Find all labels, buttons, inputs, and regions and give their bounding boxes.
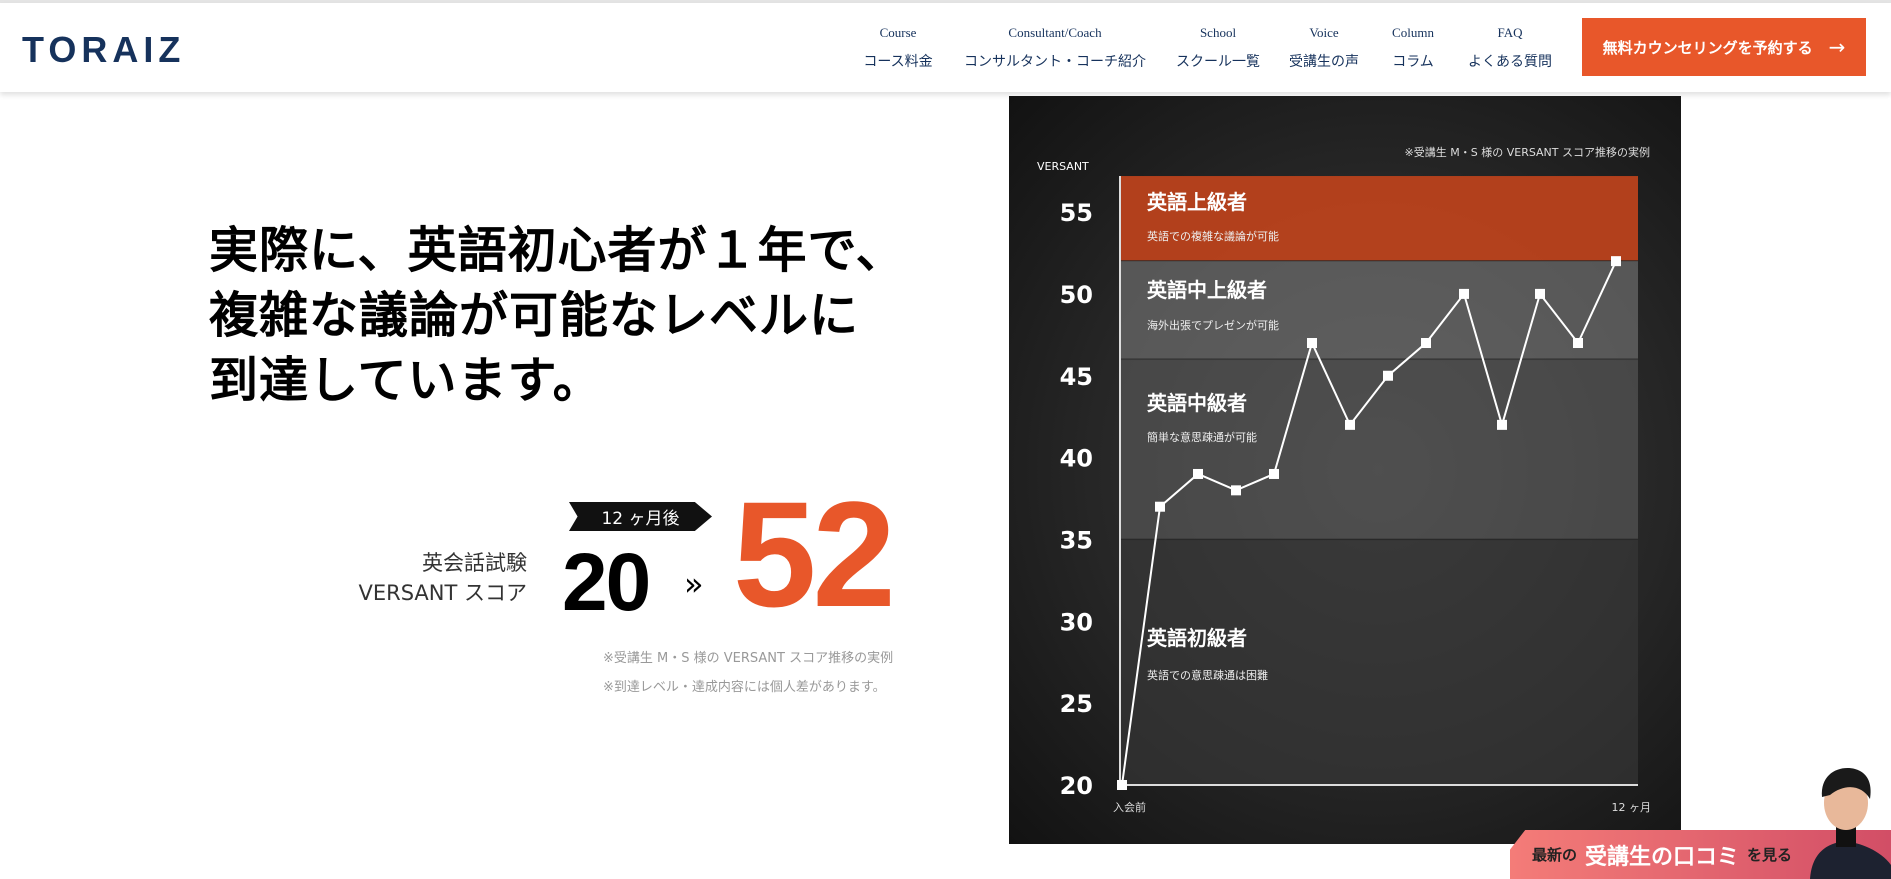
y-tick-label: 35 (1060, 526, 1093, 554)
y-tick-label: 30 (1060, 608, 1093, 636)
nav-ja: 受講生の声 (1289, 54, 1359, 70)
nav-en: Column (1392, 25, 1434, 40)
chart-caption: ※受講生 M・S 様の VERSANT スコア推移の実例 (1405, 145, 1650, 159)
nav-en: FAQ (1497, 25, 1523, 40)
data-point (1535, 288, 1545, 299)
data-point (1497, 419, 1507, 430)
score-before: 20 (562, 537, 651, 628)
level-band (1120, 539, 1638, 785)
data-point (1611, 256, 1621, 267)
y-tick-label: 25 (1060, 690, 1093, 718)
band-title: 英語中級者 (1147, 391, 1247, 415)
data-point (1231, 485, 1241, 496)
headline-line: 到達しています。 (209, 352, 603, 409)
y-tick-label: 55 (1060, 199, 1093, 227)
data-point (1573, 338, 1583, 349)
y-tick-label: 20 (1060, 772, 1093, 800)
site-header: TORAIZ Course コース料金 Consultant/Coach コンサルタ… (0, 3, 1891, 92)
y-tick-label: 50 (1060, 281, 1093, 309)
nav-en: Course (879, 25, 917, 40)
exam-label: 英会話試験 VERSANT スコア (358, 548, 527, 608)
band-title: 英語初級者 (1147, 626, 1247, 650)
headline-line: 複雑な議論が可能なレベルに (209, 287, 860, 344)
data-point (1193, 468, 1203, 479)
cta-label: 無料カウンセリングを予約する (1602, 38, 1813, 57)
review-pre: 最新の (1532, 846, 1578, 864)
nav-en: Voice (1309, 25, 1339, 40)
note: ※到達レベル・達成内容には個人差があります。 (603, 680, 886, 695)
data-point (1459, 288, 1469, 299)
exam-line: VERSANT スコア (358, 581, 527, 605)
hero-headline: 実際に、英語初心者が１年で、 複雑な議論が可能なレベルに 到達しています。 (209, 218, 906, 413)
review-main: 受講生の口コミ (1585, 844, 1740, 870)
band-desc: 海外出張でプレゼンが可能 (1147, 318, 1279, 332)
x-label-end: 12 ヶ月 (1612, 801, 1652, 814)
data-point (1117, 780, 1127, 790)
period-badge: 12 ヶ月後 (569, 502, 712, 531)
counseling-cta-button[interactable]: 無料カウンセリングを予約する → (1582, 18, 1866, 76)
exam-line: 英会話試験 (422, 551, 527, 575)
data-point (1421, 338, 1431, 349)
nav-ja: よくある質問 (1468, 54, 1552, 70)
band-title: 英語中上級者 (1147, 278, 1267, 302)
score-chart-panel: 英語上級者英語での複雑な議論が可能英語中上級者海外出張でプレゼンが可能英語中級者… (1009, 96, 1681, 844)
review-post: を見る (1747, 846, 1793, 864)
band-desc: 簡単な意思疎通が可能 (1147, 430, 1257, 444)
nav-ja: コンサルタント・コーチ紹介 (964, 54, 1146, 70)
data-point (1269, 468, 1279, 479)
y-axis-label: VERSANT (1037, 160, 1089, 173)
double-chevron-icon: » (684, 565, 704, 603)
logo[interactable]: TORAIZ (22, 29, 185, 71)
data-point (1345, 419, 1355, 430)
data-point (1383, 370, 1393, 381)
headline-line: 実際に、英語初心者が１年で、 (209, 222, 906, 279)
nav-ja: コース料金 (863, 54, 933, 70)
score-chart: 英語上級者英語での複雑な議論が可能英語中上級者海外出張でプレゼンが可能英語中級者… (1037, 145, 1652, 814)
person-photo (1810, 768, 1891, 879)
band-title: 英語上級者 (1147, 190, 1247, 214)
note: ※受講生 M・S 様の VERSANT スコア推移の実例 (603, 651, 894, 666)
data-point (1307, 338, 1317, 349)
score-after: 52 (733, 470, 896, 638)
level-band (1120, 176, 1638, 262)
level-band (1120, 261, 1638, 360)
y-tick-label: 40 (1060, 445, 1093, 473)
x-label-start: 入会前 (1113, 800, 1146, 814)
nav-ja: コラム (1392, 54, 1434, 70)
band-desc: 英語での複雑な議論が可能 (1147, 229, 1279, 243)
nav-ja: スクール一覧 (1176, 54, 1260, 70)
nav-en: Consultant/Coach (1008, 25, 1102, 40)
band-desc: 英語での意思疎通は困難 (1147, 668, 1268, 682)
data-point (1155, 501, 1165, 512)
y-tick-label: 45 (1060, 363, 1093, 391)
nav-en: School (1199, 25, 1237, 40)
arrow-right-icon: → (1828, 35, 1846, 59)
